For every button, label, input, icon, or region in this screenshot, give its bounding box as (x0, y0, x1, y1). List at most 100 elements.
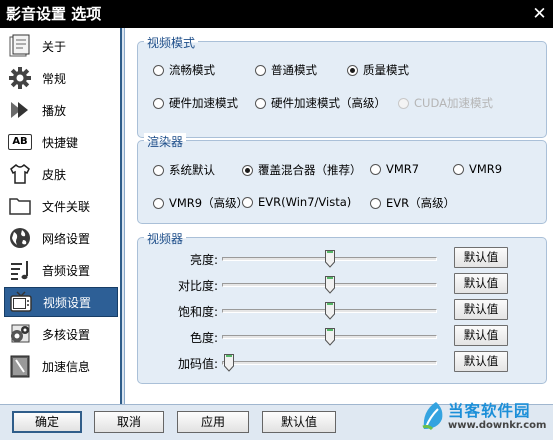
hue-slider[interactable] (222, 328, 437, 346)
about-icon (7, 33, 33, 59)
sidebar-item-label: 播放 (42, 103, 67, 118)
logo-leaf-icon (422, 402, 443, 431)
tshirt-icon (7, 161, 33, 187)
radio-indicator (242, 164, 253, 176)
renderer-group: 渲染器 系统默认 覆盖混合器（推荐） VMR7 VMR9 VMR9（高级） EV… (137, 133, 547, 224)
radio-label: VMR7 (386, 162, 420, 176)
radio-label: EVR（高级） (386, 196, 456, 210)
video-mode-group: 视频模式 流畅模式 普通模式 质量模式 硬件加速模式 硬件加速模式（高级） CU… (137, 34, 547, 138)
gear-icon (7, 65, 33, 91)
keyboard-icon-text: AB (8, 134, 32, 150)
sidebar-item-audio[interactable]: 音频设置 (4, 255, 118, 285)
brightness-slider[interactable] (222, 250, 437, 268)
slider-label: 对比度: (177, 279, 218, 293)
radio-hw-accel-mode[interactable]: 硬件加速模式 (153, 95, 238, 111)
sidebar-item-multicore[interactable]: 多核设置 (4, 319, 118, 349)
radio-overlay-mixer[interactable]: 覆盖混合器（推荐） (242, 162, 362, 178)
sidebar-item-label: 皮肤 (42, 167, 67, 182)
radio-label: 硬件加速模式 (169, 96, 238, 110)
group-title-renderer: 渲染器 (144, 133, 187, 150)
sidebar-item-label: 音频设置 (42, 263, 91, 278)
contrast-row: 对比度: 默认值 (138, 273, 548, 295)
radio-indicator (255, 64, 266, 76)
slider-thumb[interactable] (324, 250, 335, 268)
slider-thumb[interactable] (324, 302, 335, 320)
default-button-contrast[interactable]: 默认值 (454, 273, 508, 294)
sidebar-item-label: 快捷键 (42, 135, 79, 150)
sidebar-item-label: 视频设置 (43, 295, 92, 310)
radio-label: VMR9 (469, 162, 503, 176)
radio-indicator (153, 64, 164, 76)
sidebar-item-hotkeys[interactable]: AB 快捷键 (4, 127, 118, 157)
radio-vmr7[interactable]: VMR7 (370, 162, 419, 176)
radio-label: EVR(Win7/Vista) (258, 195, 352, 209)
radio-evr[interactable]: EVR(Win7/Vista) (242, 195, 351, 209)
slider-label: 加码值: (177, 357, 218, 371)
watermark-logo: 当客软件园 www.downkr.com (418, 395, 553, 440)
radio-label: 普通模式 (271, 63, 317, 77)
brightness-row: 亮度: 默认值 (138, 247, 548, 269)
video-adjust-group: 视频器 亮度: 默认值 对比度: 默认值 饱和度: 默认值 色度: 默认值 加码… (137, 230, 548, 384)
group-title-video-adjust: 视频器 (144, 230, 187, 247)
radio-quality-mode[interactable]: 质量模式 (347, 62, 409, 78)
restore-defaults-button[interactable]: 默认值 (262, 411, 336, 433)
radio-label: 系统默认 (169, 163, 215, 177)
sidebar-item-general[interactable]: 常规 (4, 63, 118, 93)
sidebar-item-playback[interactable]: 播放 (4, 95, 118, 125)
ok-button[interactable]: 确定 (12, 411, 82, 433)
sidebar-item-label: 多核设置 (42, 327, 91, 342)
watermark-name: 当客软件园 (448, 402, 531, 420)
saturation-slider[interactable] (222, 302, 437, 320)
sidebar-item-about[interactable]: 关于 (4, 31, 118, 61)
sidebar-item-label: 加速信息 (42, 359, 91, 374)
default-button-hue[interactable]: 默认值 (454, 325, 508, 346)
sidebar: 关于 常规 播放 AB 快捷键 皮肤 文件关联 网络设置 音频设置 视频设置 多… (0, 28, 122, 404)
radio-normal-mode[interactable]: 普通模式 (255, 62, 317, 78)
radio-indicator (370, 163, 381, 175)
slider-label: 色度: (189, 331, 218, 345)
audio-icon (7, 257, 33, 283)
cancel-button[interactable]: 取消 (94, 411, 164, 433)
watermark-url: www.downkr.com (448, 420, 547, 431)
radio-label: 流畅模式 (169, 63, 215, 77)
radio-indicator (153, 197, 164, 209)
radio-hw-accel-advanced[interactable]: 硬件加速模式（高级） (255, 95, 386, 111)
radio-smooth-mode[interactable]: 流畅模式 (153, 62, 215, 78)
close-button[interactable]: ✕ (530, 5, 549, 23)
slider-thumb[interactable] (324, 328, 335, 346)
window-title: 影音设置 选项 (6, 5, 102, 23)
default-button-gamma[interactable]: 默认值 (454, 351, 508, 372)
sidebar-item-network[interactable]: 网络设置 (4, 223, 118, 253)
settings-panel: 视频模式 流畅模式 普通模式 质量模式 硬件加速模式 硬件加速模式（高级） CU… (124, 28, 553, 404)
slider-thumb[interactable] (224, 354, 234, 372)
default-button-saturation[interactable]: 默认值 (454, 299, 508, 320)
sidebar-item-label: 网络设置 (42, 231, 91, 246)
radio-indicator (453, 163, 464, 175)
gamma-slider[interactable] (222, 354, 437, 372)
sidebar-item-accel-info[interactable]: 加速信息 (4, 351, 118, 381)
sidebar-item-video[interactable]: 视频设置 (4, 287, 118, 317)
apply-button[interactable]: 应用 (177, 411, 249, 433)
group-title-video-mode: 视频模式 (144, 34, 199, 51)
slider-label: 饱和度: (177, 305, 218, 319)
default-button-brightness[interactable]: 默认值 (454, 247, 508, 268)
radio-vmr9-advanced[interactable]: VMR9（高级） (153, 195, 248, 211)
globe-icon (7, 225, 33, 251)
radio-indicator (153, 164, 164, 176)
sidebar-item-skin[interactable]: 皮肤 (4, 159, 118, 189)
sidebar-item-label: 文件关联 (42, 199, 91, 214)
radio-vmr9[interactable]: VMR9 (453, 162, 502, 176)
sidebar-item-file-assoc[interactable]: 文件关联 (4, 191, 118, 221)
radio-system-default[interactable]: 系统默认 (153, 162, 215, 178)
radio-label: 覆盖混合器（推荐） (258, 163, 362, 177)
gamma-row: 加码值: 默认值 (138, 351, 548, 373)
play-icon (7, 97, 33, 123)
contrast-slider[interactable] (222, 276, 437, 294)
saturation-row: 饱和度: 默认值 (138, 299, 548, 321)
slider-thumb[interactable] (324, 276, 335, 294)
settings-window: 影音设置 选项 ✕ 关于 常规 播放 AB 快捷键 皮肤 文件关联 网络设置 音… (0, 0, 553, 440)
radio-indicator (153, 97, 164, 109)
radio-indicator (370, 197, 381, 209)
hue-row: 色度: 默认值 (138, 325, 548, 347)
radio-evr-advanced[interactable]: EVR（高级） (370, 195, 455, 211)
